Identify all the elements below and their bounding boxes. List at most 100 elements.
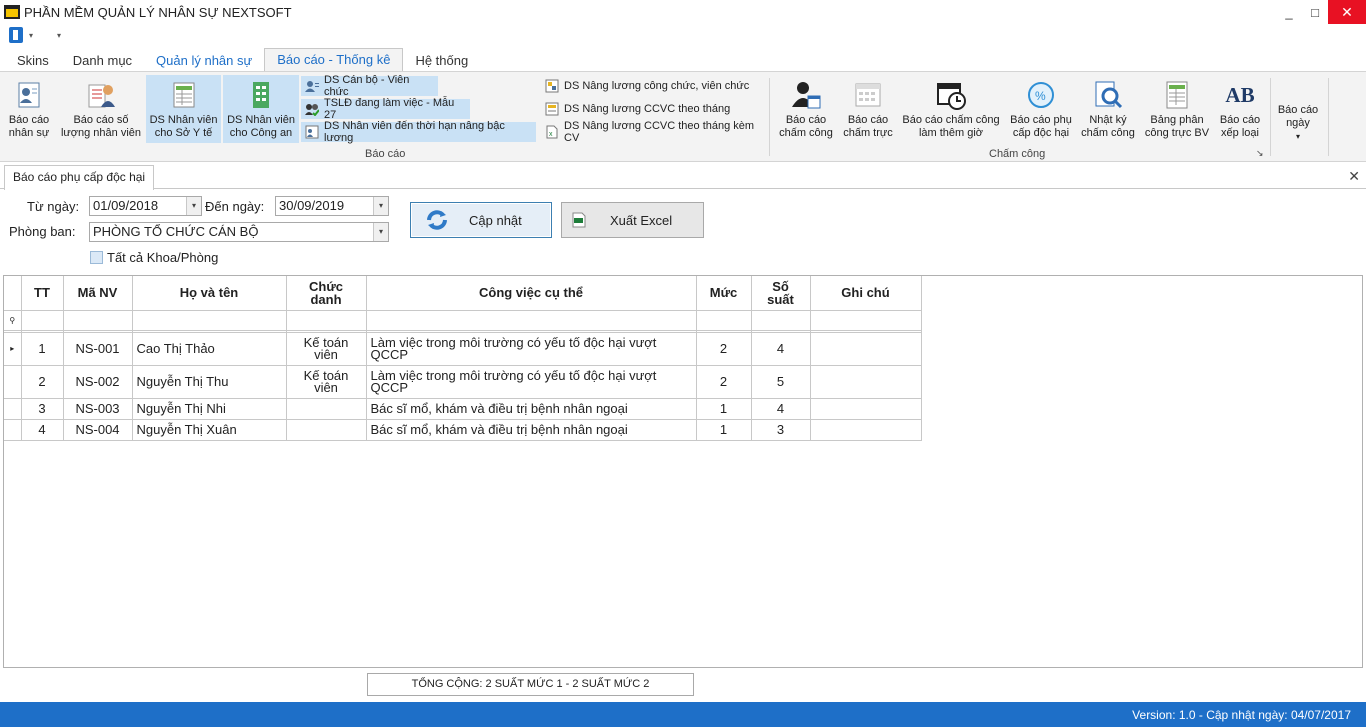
tab-he-thong[interactable]: Hệ thống [403, 50, 480, 72]
quick-access-toolbar: ▾ ▾ [0, 24, 1366, 46]
cell-ma-nv[interactable]: NS-002 [63, 365, 133, 399]
table-row[interactable]: 4 NS-004 Nguyễn Thị Xuân Bác sĩ mổ, khám… [4, 419, 922, 441]
cell-cong-viec[interactable]: Bác sĩ mổ, khám và điều trị bệnh nhân ng… [366, 419, 697, 441]
tab-quan-ly-nhan-su[interactable]: Quản lý nhân sự [144, 50, 264, 72]
cell-muc[interactable]: 2 [696, 332, 752, 366]
restore-button[interactable]: □ [1302, 0, 1328, 24]
cell-cong-viec[interactable]: Làm việc trong môi trường có yếu tố độc … [366, 332, 697, 366]
hazard-allowance-button[interactable]: % Báo cáo phụ cấp độc hại [1006, 75, 1076, 143]
close-button[interactable]: ✕ [1328, 0, 1366, 24]
filter-cell[interactable] [132, 310, 287, 331]
application-menu-icon[interactable] [9, 27, 23, 43]
filter-cell[interactable] [286, 310, 367, 331]
cell-ma-nv[interactable]: NS-001 [63, 332, 133, 366]
cell-tt[interactable]: 3 [21, 398, 64, 420]
cell-ghi-chu[interactable] [810, 398, 922, 420]
monthly-raise-button[interactable]: DS Nâng lương CCVC theo tháng [541, 99, 763, 119]
timesheet-report-button[interactable]: Báo cáo chấm công [776, 75, 836, 143]
filter-cell[interactable] [751, 310, 811, 331]
cell-muc[interactable]: 1 [696, 419, 752, 441]
grading-report-button[interactable]: AB Báo cáo xếp loại [1216, 75, 1264, 143]
col-header-tt[interactable]: TT [21, 276, 64, 311]
col-header-ho-ten[interactable]: Họ và tên [132, 276, 287, 311]
cell-ghi-chu[interactable] [810, 419, 922, 441]
col-header-ghi-chu[interactable]: Ghi chú [810, 276, 922, 311]
overtime-report-button[interactable]: Báo cáo chấm công làm thêm giờ [901, 75, 1001, 143]
monthly-raise-cv-button[interactable]: x DS Nâng lương CCVC theo tháng kèm CV [541, 120, 763, 144]
department-dropdown-icon[interactable]: ▾ [373, 223, 388, 241]
cell-ma-nv[interactable]: NS-004 [63, 419, 133, 441]
salary-step-button[interactable]: DS Nhân viên đến thời hạn nâng bậc lương [301, 120, 536, 144]
from-date-dropdown-icon[interactable]: ▾ [186, 197, 201, 215]
tab-danh-muc[interactable]: Danh mục [61, 50, 144, 72]
cell-so-suat[interactable]: 3 [751, 419, 811, 441]
filter-cell[interactable] [696, 310, 752, 331]
row-indicator-header [4, 276, 22, 311]
filter-cell[interactable] [63, 310, 133, 331]
filter-cell[interactable] [366, 310, 697, 331]
daily-report-button[interactable]: Báo cáo ngày ▾ [1274, 75, 1322, 143]
export-excel-button[interactable]: Xuất Excel [561, 202, 704, 238]
table-row[interactable]: 3 NS-003 Nguyễn Thị Nhi Bác sĩ mổ, khám … [4, 398, 922, 420]
bao-cao-group-label: Báo cáo [365, 148, 406, 160]
checkbox-box[interactable] [90, 251, 103, 264]
table-row[interactable]: ▸ 1 NS-001 Cao Thị Thảo Kế toán viên Làm… [4, 332, 922, 366]
timesheet-log-button[interactable]: Nhật ký chấm công [1079, 75, 1137, 143]
cell-ghi-chu[interactable] [810, 365, 922, 399]
cell-muc[interactable]: 1 [696, 398, 752, 420]
cell-so-suat[interactable]: 4 [751, 398, 811, 420]
app-menu-dropdown-icon[interactable]: ▾ [29, 31, 33, 40]
staff-count-button[interactable]: Báo cáo số lượng nhân viên [58, 75, 144, 143]
salary-raise-icon [545, 79, 559, 93]
col-header-so-suat[interactable]: Số suất [751, 276, 811, 311]
cell-tt[interactable]: 2 [21, 365, 64, 399]
cell-ghi-chu[interactable] [810, 332, 922, 366]
tab-bao-cao-thong-ke[interactable]: Báo cáo - Thống kê [264, 48, 404, 72]
cell-chuc-danh[interactable] [286, 419, 367, 441]
to-date-dropdown-icon[interactable]: ▾ [373, 197, 388, 215]
cell-muc[interactable]: 2 [696, 365, 752, 399]
cell-ma-nv[interactable]: NS-003 [63, 398, 133, 420]
window-title: PHẦN MỀM QUẢN LÝ NHÂN SỰ NEXTSOFT [24, 4, 292, 20]
group-launcher-icon[interactable]: ↘ [1256, 148, 1264, 159]
cell-ho-ten[interactable]: Nguyễn Thị Thu [132, 365, 287, 399]
cell-chuc-danh[interactable]: Kế toán viên [286, 332, 367, 366]
cell-ho-ten[interactable]: Nguyễn Thị Nhi [132, 398, 287, 420]
cell-cong-viec[interactable]: Làm việc trong môi trường có yếu tố độc … [366, 365, 697, 399]
workforce-report-button[interactable]: TSLĐ đang làm việc - Mẫu 27 [301, 97, 470, 121]
cell-so-suat[interactable]: 5 [751, 365, 811, 399]
col-header-muc[interactable]: Mức [696, 276, 752, 311]
col-header-ma-nv[interactable]: Mã NV [63, 276, 133, 311]
officials-list-button[interactable]: DS Cán bộ - Viên chức [301, 74, 438, 98]
col-header-cong-viec[interactable]: Công việc cụ thể [366, 276, 697, 311]
document-tab[interactable]: Báo cáo phụ cấp độc hại [4, 165, 155, 190]
filter-cell[interactable] [21, 310, 64, 331]
cell-cong-viec[interactable]: Bác sĩ mổ, khám và điều trị bệnh nhân ng… [366, 398, 697, 420]
cell-tt[interactable]: 4 [21, 419, 64, 441]
from-date-input[interactable]: 01/09/2018 ▾ [89, 196, 202, 216]
cell-chuc-danh[interactable] [286, 398, 367, 420]
minimize-button[interactable]: _ [1276, 0, 1302, 24]
department-select[interactable]: PHÒNG TỔ CHỨC CÁN BỘ ▾ [89, 222, 389, 242]
customize-qat-icon[interactable]: ▾ [57, 31, 61, 40]
to-date-input[interactable]: 30/09/2019 ▾ [275, 196, 389, 216]
cell-ho-ten[interactable]: Nguyễn Thị Xuân [132, 419, 287, 441]
tab-skins[interactable]: Skins [5, 50, 61, 72]
close-document-icon[interactable]: ✕ [1348, 168, 1360, 185]
staff-report-button[interactable]: Báo cáo nhân sự [3, 75, 55, 143]
cell-chuc-danh[interactable]: Kế toán viên [286, 365, 367, 399]
daily-report-label2: ngày [1286, 117, 1310, 129]
col-header-chuc-danh[interactable]: Chức danh [286, 276, 367, 311]
duty-assignment-button[interactable]: Bảng phân công trực BV [1142, 75, 1212, 143]
table-row[interactable]: 2 NS-002 Nguyễn Thị Thu Kế toán viên Làm… [4, 365, 922, 399]
update-button[interactable]: Cập nhật [410, 202, 552, 238]
filter-cell[interactable] [810, 310, 922, 331]
police-list-button[interactable]: DS Nhân viên cho Công an [223, 75, 299, 143]
salary-raise-button[interactable]: DS Nâng lương công chức, viên chức [541, 76, 763, 96]
cell-tt[interactable]: 1 [21, 332, 64, 366]
cell-ho-ten[interactable]: Cao Thị Thảo [132, 332, 287, 366]
health-dept-list-button[interactable]: DS Nhân viên cho Sở Y tế [146, 75, 221, 143]
cell-so-suat[interactable]: 4 [751, 332, 811, 366]
duty-report-button[interactable]: Báo cáo chấm trực [839, 75, 897, 143]
all-departments-checkbox[interactable]: Tất cả Khoa/Phòng [90, 250, 218, 265]
